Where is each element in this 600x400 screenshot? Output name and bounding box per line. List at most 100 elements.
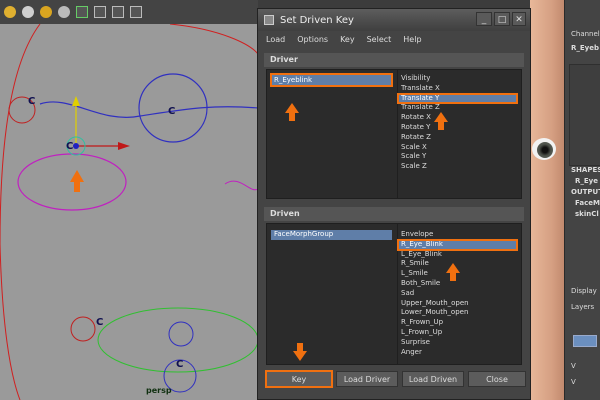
driver-list-area: R_Eyeblink Visibility Translate X Transl… [266,69,522,199]
driven-attribute-item[interactable]: Envelope [398,230,522,240]
driven-attribute-item[interactable]: L_Smile [398,269,522,279]
viewport[interactable]: C C C C C persp [0,0,258,400]
eye-control-right-arc[interactable] [224,180,258,191]
driver-attribute-item[interactable]: Scale Z [398,162,522,172]
driver-attribute-item[interactable]: Rotate X [398,113,522,123]
close-window-button[interactable]: ✕ [512,12,526,26]
dialog-button-bar: Key Load Driver Load Driven Close [258,370,530,393]
output-item[interactable]: FaceM [575,199,600,207]
control-label: C [176,359,183,370]
channel-box[interactable]: Channel R_Eyeb SHAPES R_Eye OUTPUT FaceM… [564,0,600,400]
cube-icon[interactable] [94,6,106,18]
driven-attribute-item[interactable]: L_Eye_Blink [398,250,522,260]
driven-attribute-item[interactable]: L_Frown_Up [398,328,522,338]
menu-options[interactable]: Options [297,35,328,44]
menu-help[interactable]: Help [403,35,421,44]
driven-attribute-item[interactable]: R_Smile [398,259,522,269]
driver-attribute-item[interactable]: Rotate Y [398,123,522,133]
menu-load[interactable]: Load [266,35,285,44]
channel-box-header[interactable]: Channel [571,30,600,38]
layers-tab[interactable]: Layers [571,303,594,311]
annotation-arrow-up [285,103,299,113]
control-label: C [28,96,35,107]
driven-list-area: FaceMorphGroup Envelope R_Eye_Blink L_Ey… [266,223,522,365]
dialog-title-bar[interactable]: Set Driven Key _ □ ✕ [258,9,530,31]
annotation-arrow-stem [289,113,295,121]
driven-attribute-item[interactable]: R_Eye_Blink [397,238,518,251]
layer-button[interactable] [573,335,597,347]
annotation-arrow-up [434,112,448,122]
driver-attribute-item[interactable]: Visibility [398,74,522,84]
close-button[interactable]: Close [468,371,526,387]
camera-label: persp [146,386,172,395]
lit-sphere-icon[interactable] [58,6,70,18]
menu-select[interactable]: Select [367,35,392,44]
layer-visibility[interactable]: V [571,378,576,386]
load-driver-button[interactable]: Load Driver [336,371,398,387]
driver-object-item[interactable]: R_Eyeblink [270,73,393,87]
driven-object-list[interactable]: FaceMorphGroup [267,224,395,364]
key-button[interactable]: Key [265,370,333,388]
annotation-arrow-up [70,170,84,182]
channel-box-object[interactable]: R_Eyeb [571,44,599,52]
channel-box-attributes[interactable] [569,64,600,166]
mouth-control-left[interactable] [70,316,96,342]
shape-name[interactable]: R_Eye [575,177,598,185]
face-outline-curve[interactable] [0,24,41,400]
driven-attribute-item[interactable]: Anger [398,348,522,358]
display-tab[interactable]: Display [571,287,597,295]
face-outline-curve-top[interactable] [169,24,258,55]
annotation-arrow-stem [438,122,444,130]
wireframe-cube-icon[interactable] [112,6,124,18]
control-label: C [168,106,175,117]
shading-sphere-icon[interactable] [22,6,34,18]
annotation-arrow-stem [297,343,303,351]
mouth-control-center[interactable] [168,321,194,347]
control-label: C [66,141,73,152]
driven-attribute-item[interactable]: R_Frown_Up [398,318,522,328]
driven-attribute-item[interactable]: Both_Smile [398,279,522,289]
driven-attribute-item[interactable]: Sad [398,289,522,299]
driven-attribute-item[interactable]: Upper_Mouth_open [398,299,522,309]
viewport-toolbar [0,0,258,24]
driver-attribute-list[interactable]: Visibility Translate X Translate Y Trans… [397,70,522,198]
driver-attribute-item[interactable]: Rotate Z [398,133,522,143]
face-eye-iris [537,142,553,158]
layer-visibility[interactable]: V [571,362,576,370]
outputs-label: OUTPUT [571,188,600,196]
manipulator-center[interactable] [73,143,79,149]
driver-attribute-item[interactable]: Scale Y [398,152,522,162]
control-label: C [96,317,103,328]
share-icon[interactable] [130,6,142,18]
dialog-menubar: Load Options Key Select Help [258,31,530,47]
annotation-arrow-stem [450,273,456,281]
driven-attribute-list[interactable]: Envelope R_Eye_Blink L_Eye_Blink R_Smile… [397,224,522,364]
driven-object-item[interactable]: FaceMorphGroup [271,230,392,240]
dialog-title: Set Driven Key [280,14,354,26]
driven-attribute-item[interactable]: Lower_Mouth_open [398,308,522,318]
maximize-button[interactable]: □ [494,12,510,26]
viewport-canvas[interactable]: C C C C C [0,24,258,400]
set-driven-key-dialog[interactable]: Set Driven Key _ □ ✕ Load Options Key Se… [257,8,531,400]
annotation-arrow-stem [74,182,80,192]
maya-app-icon [264,15,274,25]
y-axis-arrow[interactable] [72,96,80,106]
load-driven-button[interactable]: Load Driven [402,371,464,387]
driver-object-list[interactable]: R_Eyeblink [267,70,395,198]
driven-attribute-item[interactable]: Surprise [398,338,522,348]
shapes-label: SHAPES [571,166,600,174]
annotation-arrow-up [446,263,460,273]
menu-key[interactable]: Key [340,35,355,44]
driver-attribute-item[interactable]: Translate Z [398,103,522,113]
output-item[interactable]: skinCl [575,210,599,218]
driven-section-header[interactable]: Driven [264,207,524,221]
driver-attribute-item[interactable]: Scale X [398,143,522,153]
isolate-select-icon[interactable] [76,6,88,18]
driver-attribute-item[interactable]: Translate X [398,84,522,94]
x-axis-arrow[interactable] [118,142,130,150]
driver-attribute-item[interactable]: Translate Y [397,92,518,105]
driver-section-header[interactable]: Driver [264,53,524,67]
light-icon[interactable] [4,6,16,18]
minimize-button[interactable]: _ [476,12,492,26]
textured-sphere-icon[interactable] [40,6,52,18]
